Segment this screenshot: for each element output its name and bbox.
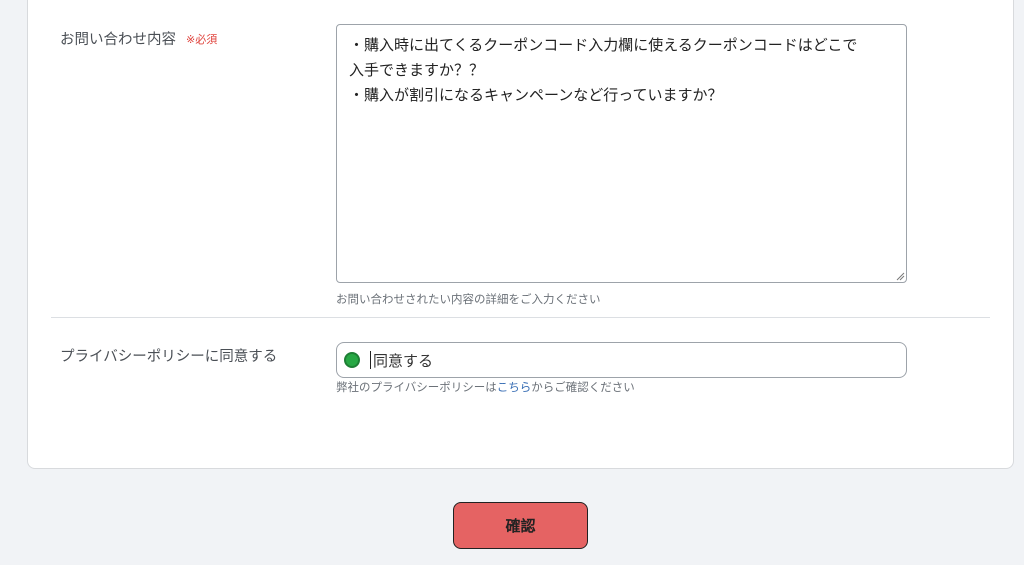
privacy-label-row: プライバシーポリシーに同意する <box>60 345 277 366</box>
privacy-agree-option[interactable]: 同意する <box>336 342 907 378</box>
radio-checked-icon[interactable] <box>344 352 360 368</box>
divider <box>51 317 990 318</box>
inquiry-help-text: お問い合わせされたい内容の詳細をご入力ください <box>336 292 601 306</box>
inquiry-textarea[interactable]: ・購入時に出てくるクーポンコード入力欄に使えるクーポンコードはどこで 入手できま… <box>336 24 907 283</box>
privacy-help-suffix: からご確認ください <box>531 380 635 394</box>
privacy-policy-link[interactable]: こちら <box>497 380 532 394</box>
privacy-label: プライバシーポリシーに同意する <box>60 349 278 365</box>
privacy-help-prefix: 弊社のプライバシーポリシーは <box>336 380 497 394</box>
inquiry-label: お問い合わせ内容 <box>60 32 176 48</box>
privacy-agree-label: 同意する <box>373 351 434 370</box>
resize-handle-icon[interactable] <box>896 272 905 281</box>
required-badge: ※必須 <box>186 32 218 46</box>
inquiry-label-row: お問い合わせ内容 ※必須 <box>60 28 217 49</box>
text-caret <box>370 351 371 369</box>
privacy-help-text: 弊社のプライバシーポリシーはこちらからご確認ください <box>336 379 635 395</box>
confirm-button[interactable]: 確認 <box>453 502 588 549</box>
